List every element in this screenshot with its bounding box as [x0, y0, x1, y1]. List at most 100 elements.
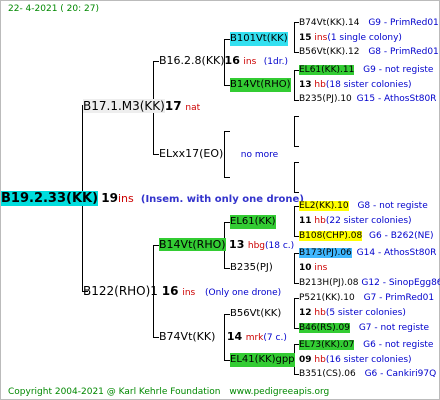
- gen3-queen[interactable]: B235(PJ): [230, 261, 273, 275]
- gen2-id[interactable]: ELxx17(EO): [159, 147, 223, 160]
- gen4-count: 13: [299, 80, 312, 90]
- gen2-num: 14: [226, 330, 243, 343]
- gen2-id[interactable]: B14Vt(RHO): [159, 238, 226, 251]
- root-ins: ins: [117, 192, 134, 205]
- gen1-note: (Only one drone): [205, 288, 282, 298]
- gen1-id[interactable]: B17.1.M3(KK): [83, 99, 165, 113]
- footer: Copyright 2004-2021 @ Karl Kehrle Founda…: [8, 385, 329, 399]
- gen4-row: 12 hb(5 sister colonies): [299, 306, 406, 320]
- gen3-queen[interactable]: EL61(KK): [230, 215, 276, 229]
- gen4-grade: G15 - AthosSt80R: [356, 94, 437, 104]
- gen4-row[interactable]: B46(RS).09 G7 - not registe: [299, 321, 429, 335]
- gen3-queen[interactable]: B101Vt(KK): [230, 32, 288, 46]
- gen1-queen-0[interactable]: B17.1.M3(KK)17 nat: [83, 99, 200, 115]
- gen4-id[interactable]: B213H(PJ).08: [299, 278, 359, 288]
- gen4-id[interactable]: B74Vt(KK).14: [299, 18, 359, 28]
- empty-slot: [294, 115, 300, 145]
- gen2-queen-0[interactable]: B16.2.8(KK)16 ins (1dr.): [159, 54, 288, 69]
- gen2-id[interactable]: B16.2.8(KK): [159, 54, 225, 67]
- gen2-num: 16: [224, 54, 240, 67]
- root-queen[interactable]: B19.2.33(KK) 19ins (Insem. with only one…: [1, 191, 304, 207]
- gen2-tag: mrk: [245, 333, 264, 343]
- gen4-grade: G7 - not registe: [358, 323, 430, 333]
- gen4-row: 15 ins(1 single colony): [299, 31, 402, 45]
- connector: [294, 298, 295, 328]
- connector: [224, 131, 230, 132]
- site-link[interactable]: www.pedigreeapis.org: [229, 387, 329, 397]
- gen4-grade: G12 - SinopEgg86R: [361, 278, 440, 288]
- gen3-queen[interactable]: B56Vt(KK): [230, 307, 281, 321]
- gen4-id[interactable]: B351(CS).06: [299, 369, 356, 379]
- gen4-row[interactable]: B235(PJ).10 G15 - AthosSt80R: [299, 92, 436, 106]
- gen4-row[interactable]: B74Vt(KK).14 G9 - PrimRed01: [299, 16, 439, 30]
- gen4-row[interactable]: EL73(KK).07 G6 - not registe: [299, 338, 433, 352]
- gen1-queen-1[interactable]: B122(RHO)1 16 ins (Only one drone): [83, 284, 281, 300]
- gen4-grade: G8 - not registe: [357, 201, 428, 211]
- connector: [294, 206, 295, 236]
- gen4-grade: G6 - Cankiri97Q: [364, 369, 437, 379]
- gen2-note: no more: [240, 150, 279, 160]
- gen4-grade: G7 - PrimRed01: [363, 293, 435, 303]
- gen4-tag: hb: [314, 216, 326, 226]
- gen2-tag: ins: [243, 57, 257, 67]
- gen4-count: 09: [299, 355, 312, 365]
- gen4-id[interactable]: P521(KK).10: [299, 293, 355, 303]
- gen4-colony: (1 single colony): [327, 33, 402, 43]
- gen2-queen-2[interactable]: B14Vt(RHO) 13 hbg(18 c.): [159, 238, 294, 253]
- gen4-row: 09 hb(16 sister colonies): [299, 353, 412, 367]
- gen4-row[interactable]: B173(PJ).06 G14 - AthosSt80R: [299, 246, 436, 260]
- gen1-tag: ins: [182, 288, 196, 298]
- gen4-id[interactable]: B46(RS).09: [299, 323, 350, 333]
- gen4-row[interactable]: B108(CHP).08 G6 - B262(NE): [299, 229, 434, 243]
- timestamp: 22- 4-2021 ( 20: 27): [8, 4, 99, 14]
- gen4-id[interactable]: EL61(KK).11: [299, 65, 355, 75]
- gen4-row: 11 hb(22 sister colonies): [299, 214, 412, 228]
- root-id[interactable]: B19.2.33(KK): [1, 191, 99, 206]
- gen4-row: 10 ins: [299, 261, 327, 275]
- gen4-row[interactable]: B56Vt(KK).12 G8 - PrimRed01: [299, 45, 439, 59]
- copyright-text: Copyright 2004-2021 @ Karl Kehrle Founda…: [8, 387, 221, 397]
- gen4-id[interactable]: B56Vt(KK).12: [299, 47, 359, 57]
- gen3-queen[interactable]: EL41(KK)gpp: [230, 353, 295, 367]
- gen1-tag: nat: [185, 103, 201, 113]
- connector: [294, 253, 295, 283]
- gen2-queen-3[interactable]: B74Vt(KK) 14 mrk(7 c.): [159, 330, 287, 345]
- gen4-row[interactable]: B213H(PJ).08 G12 - SinopEgg86R: [299, 276, 440, 290]
- connector: [294, 70, 295, 100]
- gen4-grade: G9 - PrimRed01: [368, 18, 439, 28]
- gen4-colony: (18 sister colonies): [325, 80, 412, 90]
- gen2-tag: hbg: [247, 241, 265, 251]
- gen2-queen-1[interactable]: ELxx17(EO) no more: [159, 147, 278, 162]
- root-num: 19: [101, 191, 118, 205]
- gen4-row[interactable]: P521(KK).10 G7 - PrimRed01: [299, 291, 434, 305]
- gen1-num: 17: [164, 99, 182, 113]
- gen4-tag: hb: [314, 80, 326, 90]
- gen4-count: 15: [299, 33, 312, 43]
- gen4-tag: ins: [314, 33, 328, 43]
- gen4-row[interactable]: B351(CS).06 G6 - Cankiri97Q: [299, 367, 436, 381]
- gen4-colony: (16 sister colonies): [325, 355, 412, 365]
- gen2-id[interactable]: B74Vt(KK): [159, 330, 215, 343]
- gen1-num: 16: [161, 284, 179, 298]
- gen4-grade: G14 - AthosSt80R: [356, 248, 437, 258]
- connector: [294, 22, 295, 52]
- gen1-id[interactable]: B122(RHO)1: [83, 284, 158, 298]
- gen4-id[interactable]: EL73(KK).07: [299, 340, 355, 350]
- gen4-row[interactable]: EL61(KK).11 G9 - not registe: [299, 63, 433, 77]
- root-note: (Insem. with only one drone): [140, 194, 304, 205]
- gen4-row: 13 hb(18 sister colonies): [299, 78, 412, 92]
- connector: [294, 162, 299, 163]
- connector: [294, 146, 299, 147]
- gen4-id[interactable]: B173(PJ).06: [299, 248, 352, 258]
- gen4-row[interactable]: EL2(KK).10 G8 - not registe: [299, 199, 428, 213]
- gen4-tag: ins: [314, 263, 328, 273]
- gen4-id[interactable]: B108(CHP).08: [299, 231, 363, 241]
- connector: [294, 162, 295, 192]
- gen4-id[interactable]: B235(PJ).10: [299, 94, 352, 104]
- gen4-count: 11: [299, 216, 312, 226]
- gen4-id[interactable]: EL2(KK).10: [299, 201, 349, 211]
- gen3-queen[interactable]: B14Vt(RHO): [230, 78, 291, 92]
- gen2-extra: (18 c.): [265, 241, 295, 251]
- gen4-grade: G9 - not registe: [363, 65, 434, 75]
- gen4-count: 12: [299, 308, 312, 318]
